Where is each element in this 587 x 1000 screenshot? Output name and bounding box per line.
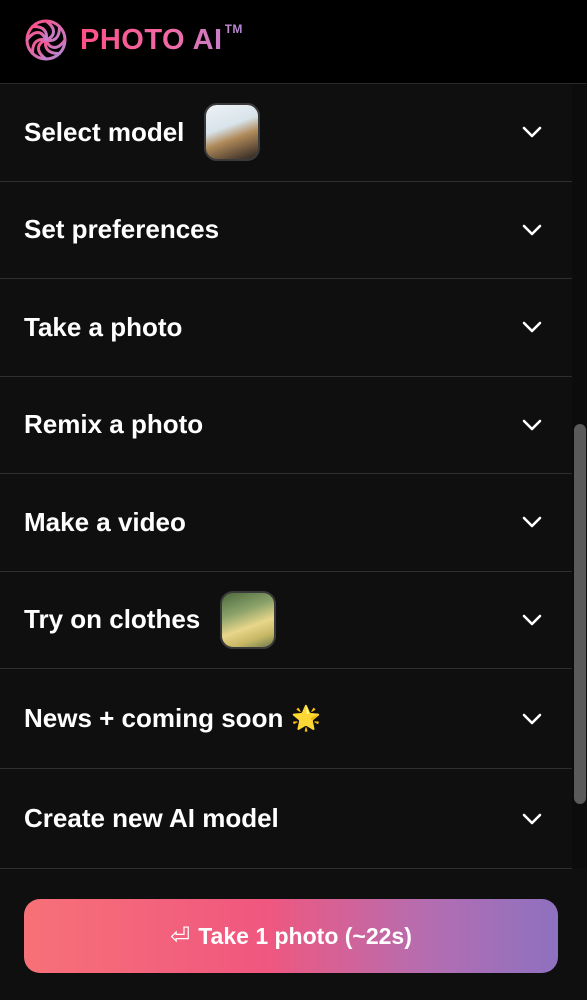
chevron-down-icon[interactable] <box>522 614 542 626</box>
news-coming-soon-row[interactable]: News + coming soon 🌟 <box>0 669 572 769</box>
make-a-video-row[interactable]: Make a video <box>0 474 572 572</box>
chevron-down-icon[interactable] <box>522 321 542 333</box>
try-on-clothes-label: Try on clothes <box>24 604 201 635</box>
return-arrow-icon: ⏎ <box>170 922 191 950</box>
try-on-clothes-row[interactable]: Try on clothes <box>0 572 572 669</box>
accordion-menu: Select model Set preferences Take a phot… <box>0 84 572 869</box>
logo-trademark: TM <box>224 21 243 36</box>
chevron-down-icon[interactable] <box>522 713 542 725</box>
chevron-down-icon[interactable] <box>522 516 542 528</box>
select-model-row[interactable]: Select model <box>0 84 572 182</box>
clothes-thumbnail[interactable] <box>220 590 277 649</box>
take-a-photo-row[interactable]: Take a photo <box>0 279 572 377</box>
scrollbar-thumb[interactable] <box>574 424 586 804</box>
news-coming-soon-label: News + coming soon <box>24 703 284 733</box>
glowing-star-icon: 🌟 <box>291 705 322 732</box>
chevron-down-icon[interactable] <box>522 126 542 138</box>
photo-ai-logo-icon <box>25 19 67 61</box>
logo[interactable]: PHOTO AI TM <box>24 18 243 62</box>
model-thumbnail[interactable] <box>204 103 261 162</box>
app-header: PHOTO AI TM <box>0 0 587 84</box>
logo-text: PHOTO AI TM <box>80 21 243 56</box>
chevron-down-icon[interactable] <box>522 224 542 236</box>
chevron-down-icon[interactable] <box>522 419 542 431</box>
set-preferences-label: Set preferences <box>24 214 220 245</box>
set-preferences-row[interactable]: Set preferences <box>0 182 572 279</box>
select-model-label: Select model <box>24 116 185 147</box>
chevron-down-icon[interactable] <box>522 813 542 825</box>
make-a-video-label: Make a video <box>24 506 186 537</box>
take-photo-button[interactable]: ⏎ Take 1 photo (~22s) <box>24 899 558 973</box>
remix-a-photo-label: Remix a photo <box>24 409 204 440</box>
take-photo-button-label: Take 1 photo (~22s) <box>198 922 412 949</box>
take-a-photo-label: Take a photo <box>24 311 183 342</box>
remix-a-photo-row[interactable]: Remix a photo <box>0 377 572 474</box>
create-new-ai-model-label: Create new AI model <box>24 803 279 833</box>
create-new-ai-model-row[interactable]: Create new AI model <box>0 769 572 869</box>
